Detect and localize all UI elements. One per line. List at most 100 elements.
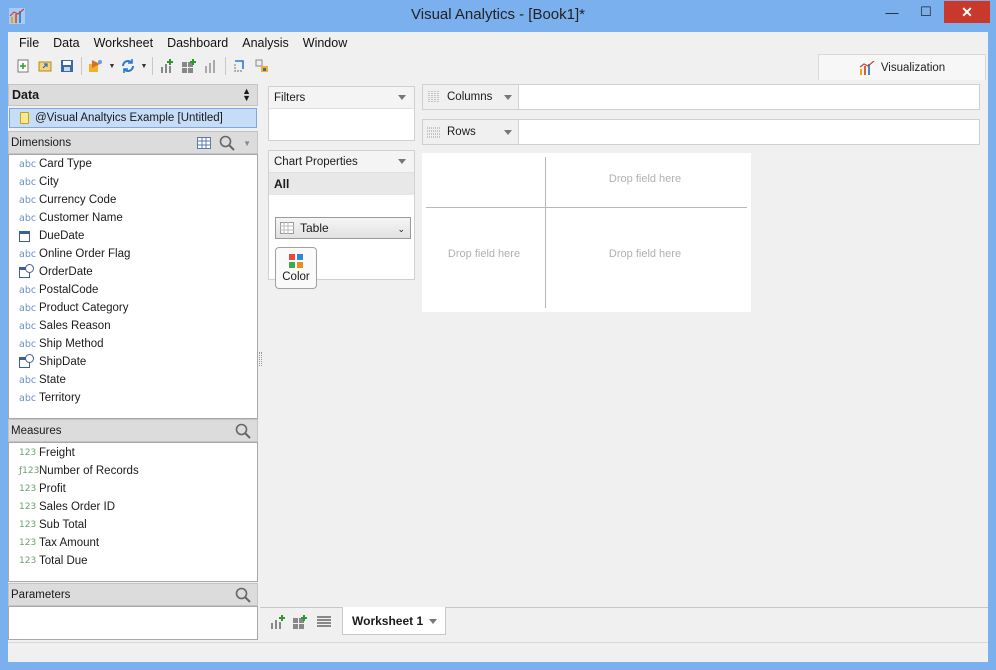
minimize-button[interactable]: — (878, 1, 906, 23)
number-field-icon: 123 (19, 556, 37, 566)
list-item[interactable]: 123 Profit (9, 480, 257, 498)
measures-list: 123 Freight ƒ123 Number of Records 123 Prof… (8, 442, 258, 582)
list-item[interactable]: abc Territory (9, 389, 257, 407)
menu-window[interactable]: Window (296, 36, 354, 50)
client-area: File Data Worksheet Dashboard Analysis W… (8, 32, 988, 662)
menu-data[interactable]: Data (46, 36, 86, 50)
filters-card[interactable]: Filters (268, 86, 415, 141)
list-item[interactable]: 123 Sales Order ID (9, 498, 257, 516)
chart-type-select[interactable]: Table ⌄ (275, 217, 411, 239)
field-label: Ship Method (39, 338, 104, 350)
list-item[interactable]: abc Card Type (9, 155, 257, 173)
menu-bar: File Data Worksheet Dashboard Analysis W… (8, 32, 988, 54)
field-label: Online Order Flag (39, 248, 131, 260)
text-field-icon: abc (19, 338, 37, 350)
drop-zone-values[interactable]: Drop field here (545, 248, 745, 260)
list-item[interactable]: abc Ship Method (9, 335, 257, 353)
list-item[interactable]: abc Product Category (9, 299, 257, 317)
text-field-icon: abc (19, 284, 37, 296)
text-field-icon: abc (19, 320, 37, 332)
refresh-icon[interactable] (117, 55, 139, 77)
field-label: Currency Code (39, 194, 117, 206)
columns-shelf[interactable]: Columns (422, 84, 980, 110)
chevron-down-icon[interactable] (398, 159, 406, 164)
close-button[interactable]: ✕ (944, 1, 990, 23)
dimensions-list: abc Card Type abc City abc Currency Code ab… (8, 154, 258, 419)
list-item[interactable]: abc State (9, 371, 257, 389)
search-icon[interactable] (235, 587, 251, 603)
list-item[interactable]: 123 Freight (9, 444, 257, 462)
chevron-down-icon[interactable]: ▼ (243, 139, 251, 148)
number-field-icon: 123 (19, 520, 37, 530)
menu-analysis[interactable]: Analysis (235, 36, 296, 50)
chevron-down-icon[interactable] (429, 619, 437, 624)
new-worksheet-icon[interactable] (156, 55, 178, 77)
tab-worksheet-1[interactable]: Worksheet 1 (342, 607, 446, 635)
parameters-title: Parameters (11, 588, 71, 601)
data-panel-title: Data (12, 88, 40, 102)
chart-icon[interactable] (200, 55, 222, 77)
datasource-label: @Visual Analtyics Example [Untitled] (35, 112, 223, 124)
menu-dashboard[interactable]: Dashboard (160, 36, 235, 50)
chevron-down-icon[interactable]: ▼ (107, 55, 117, 77)
new-dashboard-icon[interactable] (292, 615, 308, 629)
color-button[interactable]: Color (275, 247, 317, 289)
window-title: Visual Analytics - [Book1]* (411, 6, 585, 23)
new-dashboard-icon[interactable] (178, 55, 200, 77)
sheet-list-icon[interactable] (316, 615, 332, 629)
number-field-icon: 123 (19, 538, 37, 548)
tab-visualization[interactable]: Visualization (818, 54, 986, 80)
list-item[interactable]: abc Customer Name (9, 209, 257, 227)
list-item[interactable]: abc Sales Reason (9, 317, 257, 335)
sheet-tab-bar: Worksheet 1 (260, 607, 988, 636)
sort-icon[interactable]: ▲ ▼ (242, 87, 251, 103)
list-item[interactable]: DueDate (9, 227, 257, 245)
measures-header: Measures (8, 419, 258, 442)
search-icon[interactable] (219, 135, 235, 151)
list-item[interactable]: OrderDate (9, 263, 257, 281)
chevron-down-icon[interactable]: ▼ (139, 55, 149, 77)
chevron-down-icon[interactable] (398, 95, 406, 100)
menu-file[interactable]: File (12, 36, 46, 50)
splitter-handle[interactable] (259, 352, 262, 366)
chevron-down-icon[interactable] (504, 130, 512, 135)
search-icon[interactable] (235, 423, 251, 439)
list-item[interactable]: 123 Total Due (9, 552, 257, 570)
field-label: Number of Records (39, 465, 139, 477)
rows-shelf-label: Rows (423, 120, 519, 144)
drop-zone-columns[interactable]: Drop field here (545, 173, 745, 185)
fit-icon[interactable] (251, 55, 273, 77)
table-view-icon[interactable] (197, 137, 212, 149)
marks-all-tab[interactable]: All (269, 173, 414, 195)
parameters-header: Parameters (8, 583, 258, 606)
datasource-item[interactable]: @Visual Analtyics Example [Untitled] (9, 108, 257, 128)
maximize-button[interactable]: ☐ (912, 1, 940, 23)
list-item[interactable]: ShipDate (9, 353, 257, 371)
list-item[interactable]: abc City (9, 173, 257, 191)
chevron-down-icon[interactable] (504, 95, 512, 100)
list-item[interactable]: abc Currency Code (9, 191, 257, 209)
new-icon[interactable] (12, 55, 34, 77)
rows-shelf[interactable]: Rows (422, 119, 980, 145)
columns-label: Columns (447, 91, 493, 103)
menu-worksheet[interactable]: Worksheet (87, 36, 161, 50)
list-item[interactable]: 123 Sub Total (9, 516, 257, 534)
toolbar-separator (225, 57, 226, 75)
list-item[interactable]: abc Online Order Flag (9, 245, 257, 263)
connect-icon[interactable] (85, 55, 107, 77)
color-palette-icon (289, 253, 303, 268)
visualization-canvas[interactable]: Drop field here Drop field here Drop fie… (422, 153, 751, 312)
save-icon[interactable] (56, 55, 78, 77)
open-icon[interactable] (34, 55, 56, 77)
number-field-icon: 123 (19, 448, 37, 458)
swap-icon[interactable] (229, 55, 251, 77)
text-field-icon: abc (19, 194, 37, 206)
measures-title: Measures (11, 424, 62, 437)
toolbar-separator (81, 57, 82, 75)
field-label: Freight (39, 447, 75, 459)
list-item[interactable]: ƒ123 Number of Records (9, 462, 257, 480)
new-worksheet-icon[interactable] (270, 615, 286, 629)
datasource-icon (20, 112, 29, 124)
list-item[interactable]: abc PostalCode (9, 281, 257, 299)
list-item[interactable]: 123 Tax Amount (9, 534, 257, 552)
